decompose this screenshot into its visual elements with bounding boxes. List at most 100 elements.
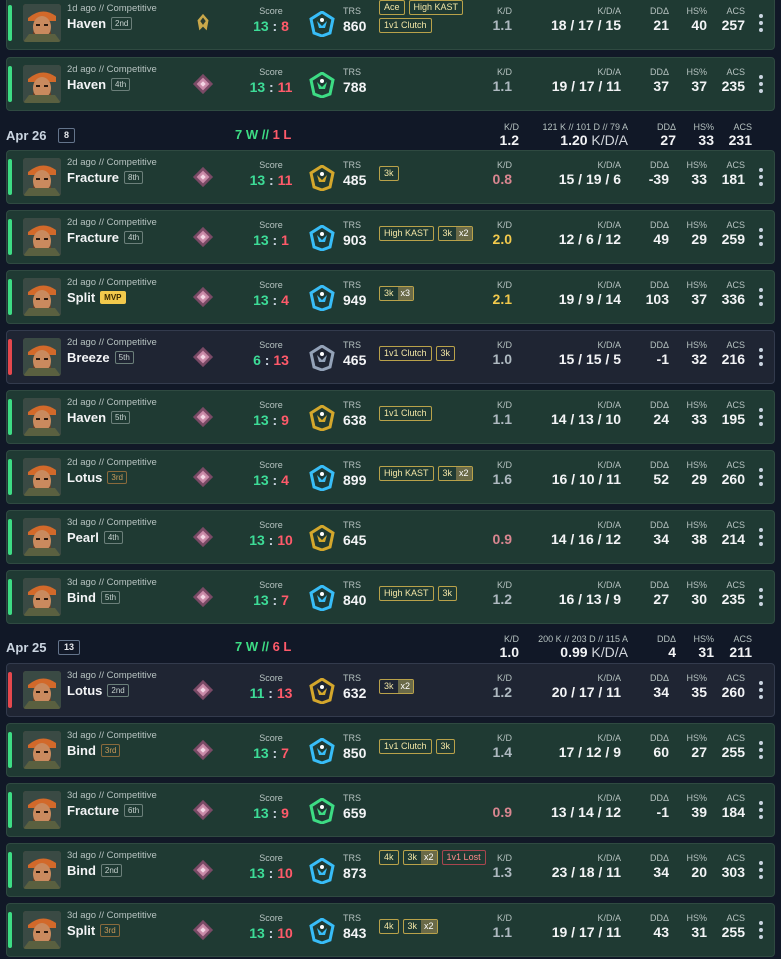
trs-value: 903 (343, 232, 367, 248)
day-kda-value: 0.99 (560, 644, 588, 660)
more-options-icon[interactable] (759, 408, 763, 426)
hs-label: HS% (693, 122, 714, 132)
match-row[interactable]: 2d ago // Competitive Fracture 4th Score 13 … (6, 210, 775, 264)
badge-label: 3k (440, 348, 451, 358)
score-separator: : (265, 79, 278, 95)
more-options-icon[interactable] (759, 75, 763, 93)
trs-label: TRS (343, 460, 361, 470)
diamond-rank-icon (192, 799, 214, 821)
kd-value: 2.1 (492, 291, 512, 307)
more-options-icon[interactable] (759, 528, 763, 546)
day-win-loss: 7 W // 1 L (235, 127, 291, 142)
more-options-icon[interactable] (759, 588, 763, 606)
achievement-badges: 3k (379, 166, 499, 181)
more-options-icon[interactable] (759, 861, 763, 879)
achievement-badges: High KAST 3k x2 (379, 466, 499, 481)
achievement-badge: 3k (437, 586, 458, 601)
kd-label: K/D (496, 67, 512, 77)
hs-value: 31 (691, 924, 707, 940)
score-separator: : (268, 472, 282, 488)
match-row[interactable]: 1d ago // Competitive Haven 2nd Score 13 : 8… (6, 0, 775, 50)
match-row[interactable]: 2d ago // Competitive Split MVP Score 13 : 4… (6, 270, 775, 324)
more-options-icon[interactable] (759, 168, 763, 186)
achievement-badge: 3k x2 (402, 850, 438, 865)
more-options-icon[interactable] (759, 14, 763, 32)
placement-badge: 2nd (107, 684, 129, 697)
more-options-icon[interactable] (759, 288, 763, 306)
diamond-rank-icon (192, 73, 214, 95)
placement-badge: 4th (124, 231, 144, 244)
result-indicator (8, 459, 12, 495)
match-time-mode: 2d ago // Competitive (67, 337, 157, 348)
kd-value: 1.4 (492, 744, 512, 760)
badge-label: 1v1 Clutch (384, 741, 427, 751)
match-row[interactable]: 3d ago // Competitive Bind 5th Score 13 : 7 T… (6, 570, 775, 624)
kda-value: 23 / 18 / 11 (551, 864, 621, 880)
score-enemy: 4 (281, 292, 289, 308)
badge-label: 1v1 Clutch (384, 348, 427, 358)
trs-green-icon (309, 71, 335, 99)
badge-label: 3k (384, 681, 394, 691)
score-label: Score (259, 340, 283, 350)
more-options-icon[interactable] (759, 681, 763, 699)
acs-value: 195 (721, 411, 745, 427)
match-time-mode: 3d ago // Competitive (67, 850, 157, 861)
agent-avatar (23, 578, 61, 616)
more-options-icon[interactable] (759, 228, 763, 246)
day-wins: 7 W (235, 639, 259, 654)
achievement-badges: 4k 3k x2 1v1 Lost (379, 850, 499, 865)
match-row[interactable]: 3d ago // Competitive Split 3rd Score 13 : 1… (6, 903, 775, 957)
match-row[interactable]: 3d ago // Competitive Lotus 2nd Score 11 : 1… (6, 663, 775, 717)
day-acs: 211 (729, 644, 752, 660)
more-options-icon[interactable] (759, 921, 763, 939)
map-name: Fracture 8th (67, 170, 144, 185)
map-label: Haven (67, 16, 107, 31)
achievement-badges: 4k 3k x2 (379, 919, 499, 934)
more-options-icon[interactable] (759, 348, 763, 366)
more-options-icon[interactable] (759, 468, 763, 486)
score-separator: : (268, 592, 282, 608)
match-row[interactable]: 2d ago // Competitive Haven 4th Score 13 : 1… (6, 57, 775, 111)
result-indicator (8, 5, 12, 41)
placement-badge: 4th (111, 78, 131, 91)
diamond-rank-icon (192, 919, 214, 941)
score-separator: : (268, 805, 282, 821)
diamond-rank-icon (192, 526, 214, 548)
hs-label: HS% (686, 160, 707, 170)
match-row[interactable]: 2d ago // Competitive Breeze 5th Score 6 : 1… (6, 330, 775, 384)
kd-value: 1.1 (492, 17, 512, 33)
match-row[interactable]: 2d ago // Competitive Fracture 8th Score 13 … (6, 150, 775, 204)
dd-value: 60 (653, 744, 669, 760)
match-row[interactable]: 2d ago // Competitive Haven 5th Score 13 : 9… (6, 390, 775, 444)
trs-blue-icon (309, 224, 335, 252)
badge-multiplier: x2 (397, 680, 414, 693)
hs-value: 32 (691, 351, 707, 367)
achievement-badge: High KAST (379, 226, 434, 241)
match-row[interactable]: 3d ago // Competitive Pearl 4th Score 13 : 1… (6, 510, 775, 564)
match-score: 13 : 1 (241, 232, 301, 248)
kd-label: K/D (496, 580, 512, 590)
match-row[interactable]: 3d ago // Competitive Bind 2nd Score 13 : 10… (6, 843, 775, 897)
score-separator: : (268, 18, 282, 34)
map-label: Haven (67, 77, 107, 92)
score-enemy: 8 (281, 18, 289, 34)
score-separator: : (264, 532, 278, 548)
score-team: 13 (253, 472, 269, 488)
map-name: Lotus 3rd (67, 470, 127, 485)
match-row[interactable]: 3d ago // Competitive Fracture 6th Score 13 … (6, 783, 775, 837)
more-options-icon[interactable] (759, 801, 763, 819)
score-team: 13 (249, 532, 265, 548)
result-indicator (8, 519, 12, 555)
acs-value: 216 (721, 351, 745, 367)
agent-avatar (23, 158, 61, 196)
acs-label: ACS (726, 67, 745, 77)
match-row[interactable]: 2d ago // Competitive Lotus 3rd Score 13 : 4… (6, 450, 775, 504)
result-indicator (8, 339, 12, 375)
badge-label: 1v1 Clutch (384, 408, 427, 418)
badge-label: 1v1 Lost (446, 852, 481, 862)
map-label: Breeze (67, 350, 110, 365)
kda-value: 19 / 9 / 14 (558, 291, 621, 307)
match-row[interactable]: 3d ago // Competitive Bind 3rd Score 13 : 7 T… (6, 723, 775, 777)
dd-label: DDΔ (649, 673, 669, 683)
more-options-icon[interactable] (759, 741, 763, 759)
